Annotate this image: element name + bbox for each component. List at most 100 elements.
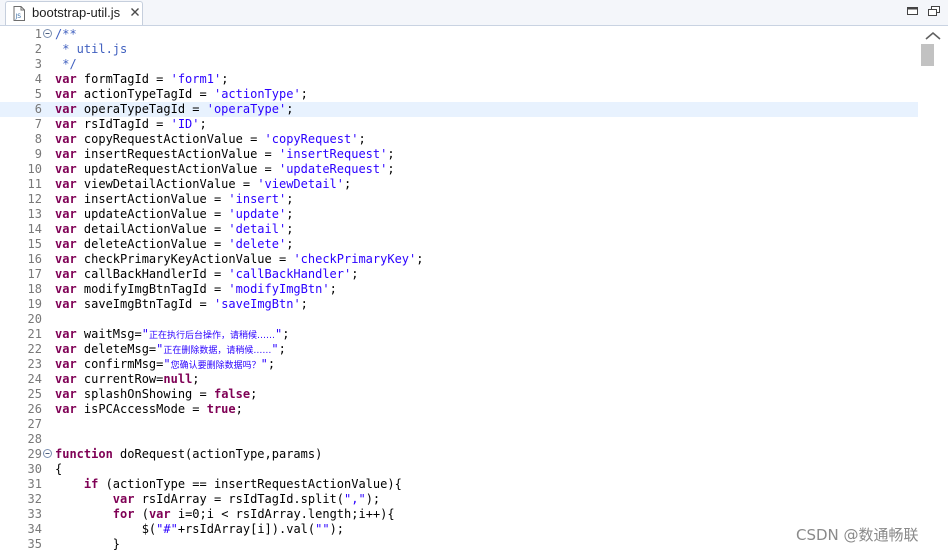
code-line[interactable]: 34 $("#"+rsIdArray[i]).val(""); [0, 522, 918, 537]
code-line[interactable]: 7 var rsIdTagId = 'ID'; [0, 117, 918, 132]
editor-tab-bar: JS bootstrap-util.js [0, 0, 948, 26]
code-token: 'delete' [228, 237, 287, 251]
minimize-icon[interactable] [906, 5, 920, 17]
code-line[interactable]: 3 */ [0, 57, 918, 72]
code-line[interactable]: 16 var checkPrimaryKeyActionValue = 'chec… [0, 252, 918, 267]
code-text: var deleteActionValue = 'delete'; [55, 237, 293, 252]
line-number: 16 [27, 252, 42, 266]
code-text: for (var i=0;i < rsIdArray.length;i++){ [55, 507, 395, 522]
code-line[interactable]: 31 if (actionType == insertRequestAction… [0, 477, 918, 492]
code-line[interactable]: 21 var waitMsg="正在执行后台操作，请稍候……"; [0, 327, 918, 342]
code-line[interactable]: 13 var updateActionValue = 'update'; [0, 207, 918, 222]
code-token: var [55, 372, 77, 386]
line-number: 18 [27, 282, 42, 296]
code-line[interactable]: 28 [0, 432, 918, 447]
line-number: 4 [34, 72, 42, 86]
code-text: var operaTypeTagId = 'operaType'; [55, 102, 293, 117]
code-line[interactable]: 12 var insertActionValue = 'insert'; [0, 192, 918, 207]
code-token: var [55, 357, 77, 371]
code-text: var copyRequestActionValue = 'copyReques… [55, 132, 366, 147]
code-text: var viewDetailActionValue = 'viewDetail'… [55, 177, 351, 192]
line-number: 17 [27, 267, 42, 281]
fold-toggle-icon[interactable] [43, 449, 52, 458]
code-token: var [112, 492, 135, 506]
code-token: ; [286, 222, 294, 236]
watermark: CSDN @数通畅联 [796, 526, 919, 544]
code-token: ; [387, 162, 395, 176]
code-token: splashOnShowing = [76, 387, 214, 401]
tab-bootstrap-util-js[interactable]: JS bootstrap-util.js [5, 1, 143, 25]
code-line[interactable]: 11 var viewDetailActionValue = 'viewDetai… [0, 177, 918, 192]
code-token: var [55, 252, 77, 266]
code-token: var [55, 192, 77, 206]
code-line[interactable]: 2 * util.js [0, 42, 918, 57]
line-number: 20 [27, 312, 42, 326]
code-line[interactable]: 6 var operaTypeTagId = 'operaType'; [0, 102, 918, 117]
code-line[interactable]: 10 var updateRequestActionValue = 'update… [0, 162, 918, 177]
code-token: */ [55, 57, 77, 71]
code-line[interactable]: 17 var callBackHandlerId = 'callBackHandl… [0, 267, 918, 282]
code-token: $( [55, 522, 157, 536]
maximize-icon[interactable] [927, 5, 941, 17]
scrollbar-thumb[interactable] [921, 44, 934, 66]
code-line[interactable]: 35 } [0, 537, 918, 552]
vertical-scrollbar[interactable] [918, 26, 948, 552]
code-line[interactable]: 18 var modifyImgBtnTagId = 'modifyImgBtn'… [0, 282, 918, 297]
code-token: var [55, 72, 77, 86]
code-line[interactable]: 4 var formTagId = 'form1'; [0, 72, 918, 87]
code-line[interactable]: 20 [0, 312, 918, 327]
code-line[interactable]: 14 var detailActionValue = 'detail'; [0, 222, 918, 237]
code-text: var isPCAccessMode = true; [55, 402, 243, 417]
scroll-up-arrow-icon[interactable] [923, 30, 943, 42]
code-token: i=0;i < rsIdArray.length;i++){ [170, 507, 395, 521]
code-token: ; [286, 207, 294, 221]
line-number: 14 [27, 222, 42, 236]
code-token: ; [344, 177, 352, 191]
code-line[interactable]: 25 var splashOnShowing = false; [0, 387, 918, 402]
line-number: 25 [27, 387, 42, 401]
code-token: rsIdArray = rsIdTagId.split( [134, 492, 344, 506]
code-token: ; [300, 87, 308, 101]
code-token: 'actionType' [213, 87, 301, 101]
code-text: { [55, 462, 62, 477]
code-token: 'ID' [170, 117, 200, 131]
code-token: var [55, 402, 77, 416]
code-editor[interactable]: 1/** 2 * util.js 3 */4 var formTagId = 'for… [0, 26, 918, 552]
code-token: false [213, 387, 251, 401]
code-token: ; [267, 357, 276, 371]
close-icon[interactable] [129, 6, 141, 18]
code-text: var callBackHandlerId = 'callBackHandler… [55, 267, 358, 282]
code-line[interactable]: 22 var deleteMsg="正在删除数据，请稍候……"; [0, 342, 918, 357]
code-line[interactable]: 30 { [0, 462, 918, 477]
code-token: 'modifyImgBtn' [228, 282, 330, 296]
code-line[interactable]: 1 /** [0, 27, 918, 42]
code-text: */ [55, 57, 77, 72]
code-token: ; [351, 267, 359, 281]
line-number: 1 [34, 27, 42, 41]
code-token: " [260, 357, 268, 371]
code-token: " [271, 342, 279, 356]
code-token: 'checkPrimaryKey' [293, 252, 417, 266]
code-line[interactable]: 27 [0, 417, 918, 432]
code-line[interactable]: 9 var insertRequestActionValue = 'insertR… [0, 147, 918, 162]
fold-toggle-icon[interactable] [43, 29, 52, 38]
code-line[interactable]: 26 var isPCAccessMode = true; [0, 402, 918, 417]
code-line[interactable]: 32 var rsIdArray = rsIdTagId.split(","); [0, 492, 918, 507]
code-token: var [55, 117, 77, 131]
code-line[interactable]: 5 var actionTypeTagId = 'actionType'; [0, 87, 918, 102]
code-line[interactable]: 33 for (var i=0;i < rsIdArray.length;i++… [0, 507, 918, 522]
code-token: ; [278, 342, 286, 356]
code-token: ; [416, 252, 424, 266]
code-line[interactable]: 8 var copyRequestActionValue = 'copyReque… [0, 132, 918, 147]
code-token: var [148, 507, 171, 521]
code-line[interactable]: 24 var currentRow=null; [0, 372, 918, 387]
code-line[interactable]: 29 function doRequest(actionType,params) [0, 447, 918, 462]
code-token: 'detail' [228, 222, 287, 236]
code-line[interactable]: 19 var saveImgBtnTagId = 'saveImgBtn'; [0, 297, 918, 312]
line-number: 11 [27, 177, 42, 191]
code-line[interactable]: 23 var confirmMsg="您确认要删除数据吗？"; [0, 357, 918, 372]
line-number: 22 [27, 342, 42, 356]
code-token: 'operaType' [206, 102, 287, 116]
code-token: insertActionValue = [76, 192, 229, 206]
code-line[interactable]: 15 var deleteActionValue = 'delete'; [0, 237, 918, 252]
